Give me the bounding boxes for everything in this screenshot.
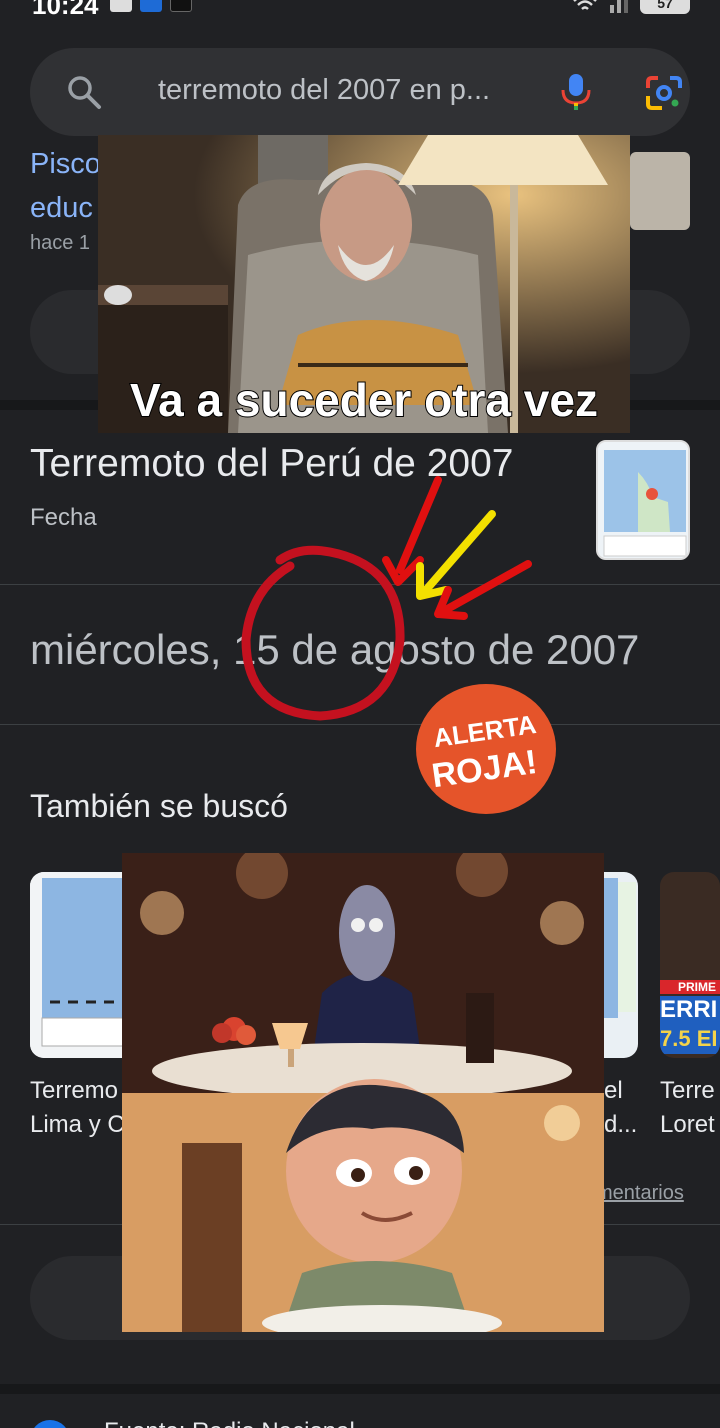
meme-image-old-man: Va a suceder otra vez	[98, 135, 630, 433]
status-time: 10:24	[32, 0, 99, 20]
map-thumbnail[interactable]	[596, 440, 690, 560]
yellow-arrow	[422, 510, 496, 594]
search-input[interactable]: terremoto del 2007 en p...	[158, 74, 490, 107]
related-card-3-label[interactable]: Terre Loret	[660, 1074, 715, 1142]
news-badge-line1: PRIME	[660, 980, 720, 994]
result-title-link[interactable]: Pisco educ	[30, 142, 101, 230]
divider	[0, 584, 720, 585]
battery-indicator: 57	[640, 0, 690, 14]
also-searched-heading: También se buscó	[30, 788, 288, 824]
news-badge-line3: 7.5 EI	[660, 1024, 720, 1054]
result-meta: hace 1	[30, 232, 91, 254]
divider	[0, 724, 720, 725]
news-badge-line2: ERRI	[660, 996, 720, 1024]
source-avatar	[30, 1420, 70, 1428]
system-icons: 57	[572, 0, 690, 14]
mic-icon[interactable]	[560, 72, 592, 112]
alerta-roja-sticker: ALERTA ROJA!	[416, 684, 556, 814]
search-icon[interactable]	[66, 74, 102, 110]
signal-icon	[610, 0, 628, 13]
tiktok-icon	[170, 0, 192, 12]
red-arrow-1	[396, 476, 442, 574]
related-card-2-label[interactable]: el d...	[604, 1074, 637, 1142]
source-text[interactable]: Fuente: Radio Nacional	[104, 1418, 355, 1428]
result-title-line1: Pisco	[30, 148, 101, 180]
result-thumbnail[interactable]	[630, 152, 690, 230]
meme-caption: Va a suceder otra vez	[129, 373, 599, 427]
knowledge-subtitle: Fecha	[30, 504, 97, 531]
red-arrow-2	[438, 560, 532, 616]
related-card-3[interactable]: PRIME ERRI 7.5 EI	[660, 872, 720, 1058]
section-divider	[0, 1384, 720, 1394]
app-icon	[140, 0, 162, 12]
feedback-link[interactable]: mentarios	[596, 1182, 684, 1205]
result-title-line2: educ	[30, 192, 93, 224]
map-image	[598, 442, 688, 558]
wifi-icon	[573, 0, 597, 10]
notification-icons	[110, 0, 192, 12]
related-card-1-label[interactable]: Terremo Lima y C	[30, 1074, 125, 1142]
knowledge-date: miércoles, 15 de agosto de 2007	[30, 626, 640, 673]
person-icon	[110, 0, 132, 12]
lens-icon[interactable]	[644, 74, 684, 112]
search-bar[interactable]: terremoto del 2007 en p...	[30, 48, 690, 136]
status-bar: 10:24 57	[0, 0, 720, 22]
meme-image-ratatouille	[122, 853, 604, 1332]
knowledge-title[interactable]: Terremoto del Perú de 2007	[30, 442, 513, 486]
ratatouille-scene	[122, 853, 604, 1332]
